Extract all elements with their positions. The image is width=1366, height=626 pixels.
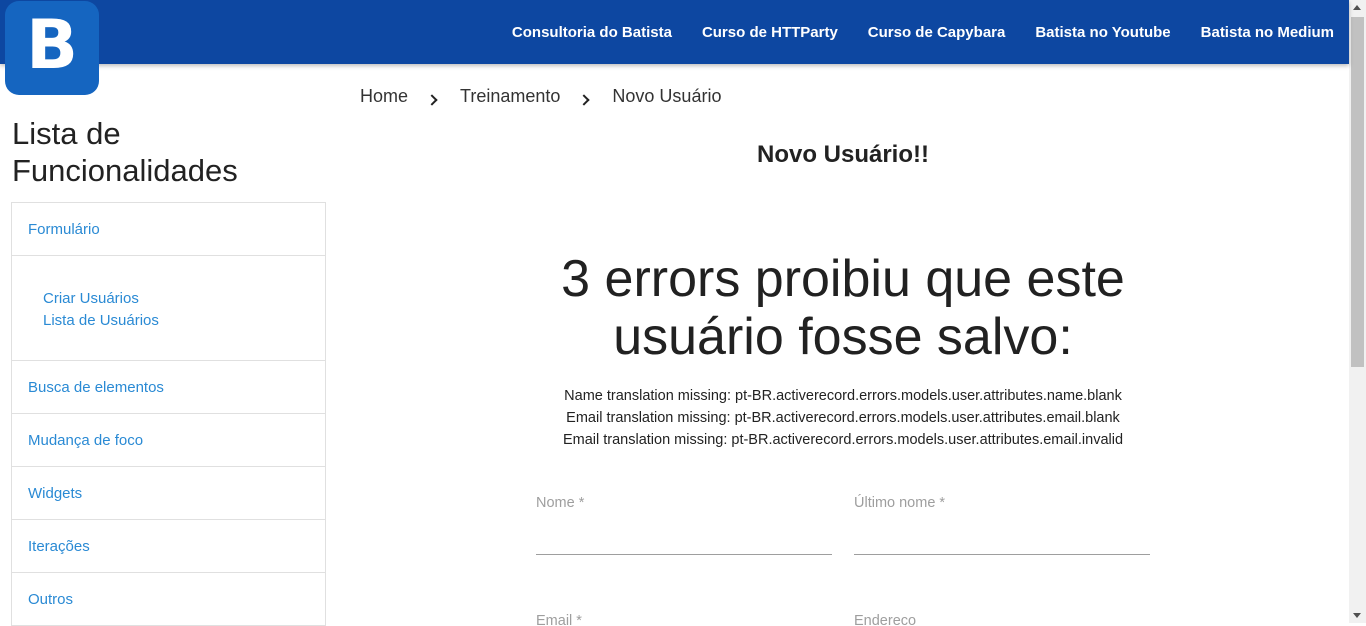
email-field: Email * [536,613,832,625]
breadcrumb: Home Treinamento Novo Usuário [360,86,721,107]
error-message: Email translation missing: pt-BR.activer… [562,432,1124,448]
name-input[interactable] [536,525,832,555]
email-label: Email * [536,613,582,625]
lastname-label: Último nome * [854,495,946,511]
sidebar-menu: Formulário Criar Usuários Lista de Usuár… [11,202,326,626]
name-label: Nome * [536,495,585,511]
breadcrumb-home[interactable]: Home [360,86,408,107]
vertical-scrollbar[interactable] [1349,0,1366,623]
sidebar-item-busca[interactable]: Busca de elementos [12,361,325,414]
top-navbar: Consultoria do Batista Curso de HTTParty… [0,0,1349,64]
chevron-right-icon [426,93,438,106]
error-message: Name translation missing: pt-BR.activere… [564,388,1122,404]
sidebar-item-iteracoes[interactable]: Iterações [12,520,325,573]
site-logo[interactable]: B [5,1,99,95]
logo-letter: B [26,6,78,85]
sidebar-subitem-criar-usuarios[interactable]: Criar Usuários [43,288,325,310]
sidebar-item-outros[interactable]: Outros [12,573,325,626]
scroll-up-arrow-icon[interactable] [1353,5,1361,10]
nav-link-consultoria[interactable]: Consultoria do Batista [497,24,687,41]
nav-link-httparty[interactable]: Curso de HTTParty [687,24,853,41]
sidebar-subitem-lista-usuarios[interactable]: Lista de Usuários [43,310,325,332]
address-label: Endereço [854,613,917,625]
sidebar-item-formulario[interactable]: Formulário [12,203,325,256]
nav-link-youtube[interactable]: Batista no Youtube [1020,24,1185,41]
address-field: Endereço [854,613,1150,625]
lastname-input[interactable] [854,525,1150,555]
error-summary-title: 3 errors proibiu que este usuário fosse … [561,250,1125,366]
nav-links: Consultoria do Batista Curso de HTTParty… [497,0,1349,64]
error-message: Email translation missing: pt-BR.activer… [566,410,1120,426]
page-title: Novo Usuário!! [756,141,929,168]
breadcrumb-current[interactable]: Novo Usuário [612,86,721,107]
name-field: Nome * [536,495,832,555]
sidebar-title: Lista de Funcionalidades [12,116,238,188]
nav-link-capybara[interactable]: Curso de Capybara [853,24,1021,41]
breadcrumb-treinamento[interactable]: Treinamento [460,86,560,107]
sidebar-item-mudanca-foco[interactable]: Mudança de foco [12,414,325,467]
sidebar-submenu: Criar Usuários Lista de Usuários [12,256,325,361]
nav-link-medium[interactable]: Batista no Medium [1186,24,1349,41]
scrollbar-thumb[interactable] [1351,17,1364,367]
chevron-right-icon [578,93,591,106]
scroll-down-arrow-icon[interactable] [1353,613,1361,618]
error-messages: Name translation missing: pt-BR.activere… [500,385,1186,451]
lastname-field: Último nome * [854,495,1150,555]
sidebar-item-widgets[interactable]: Widgets [12,467,325,520]
